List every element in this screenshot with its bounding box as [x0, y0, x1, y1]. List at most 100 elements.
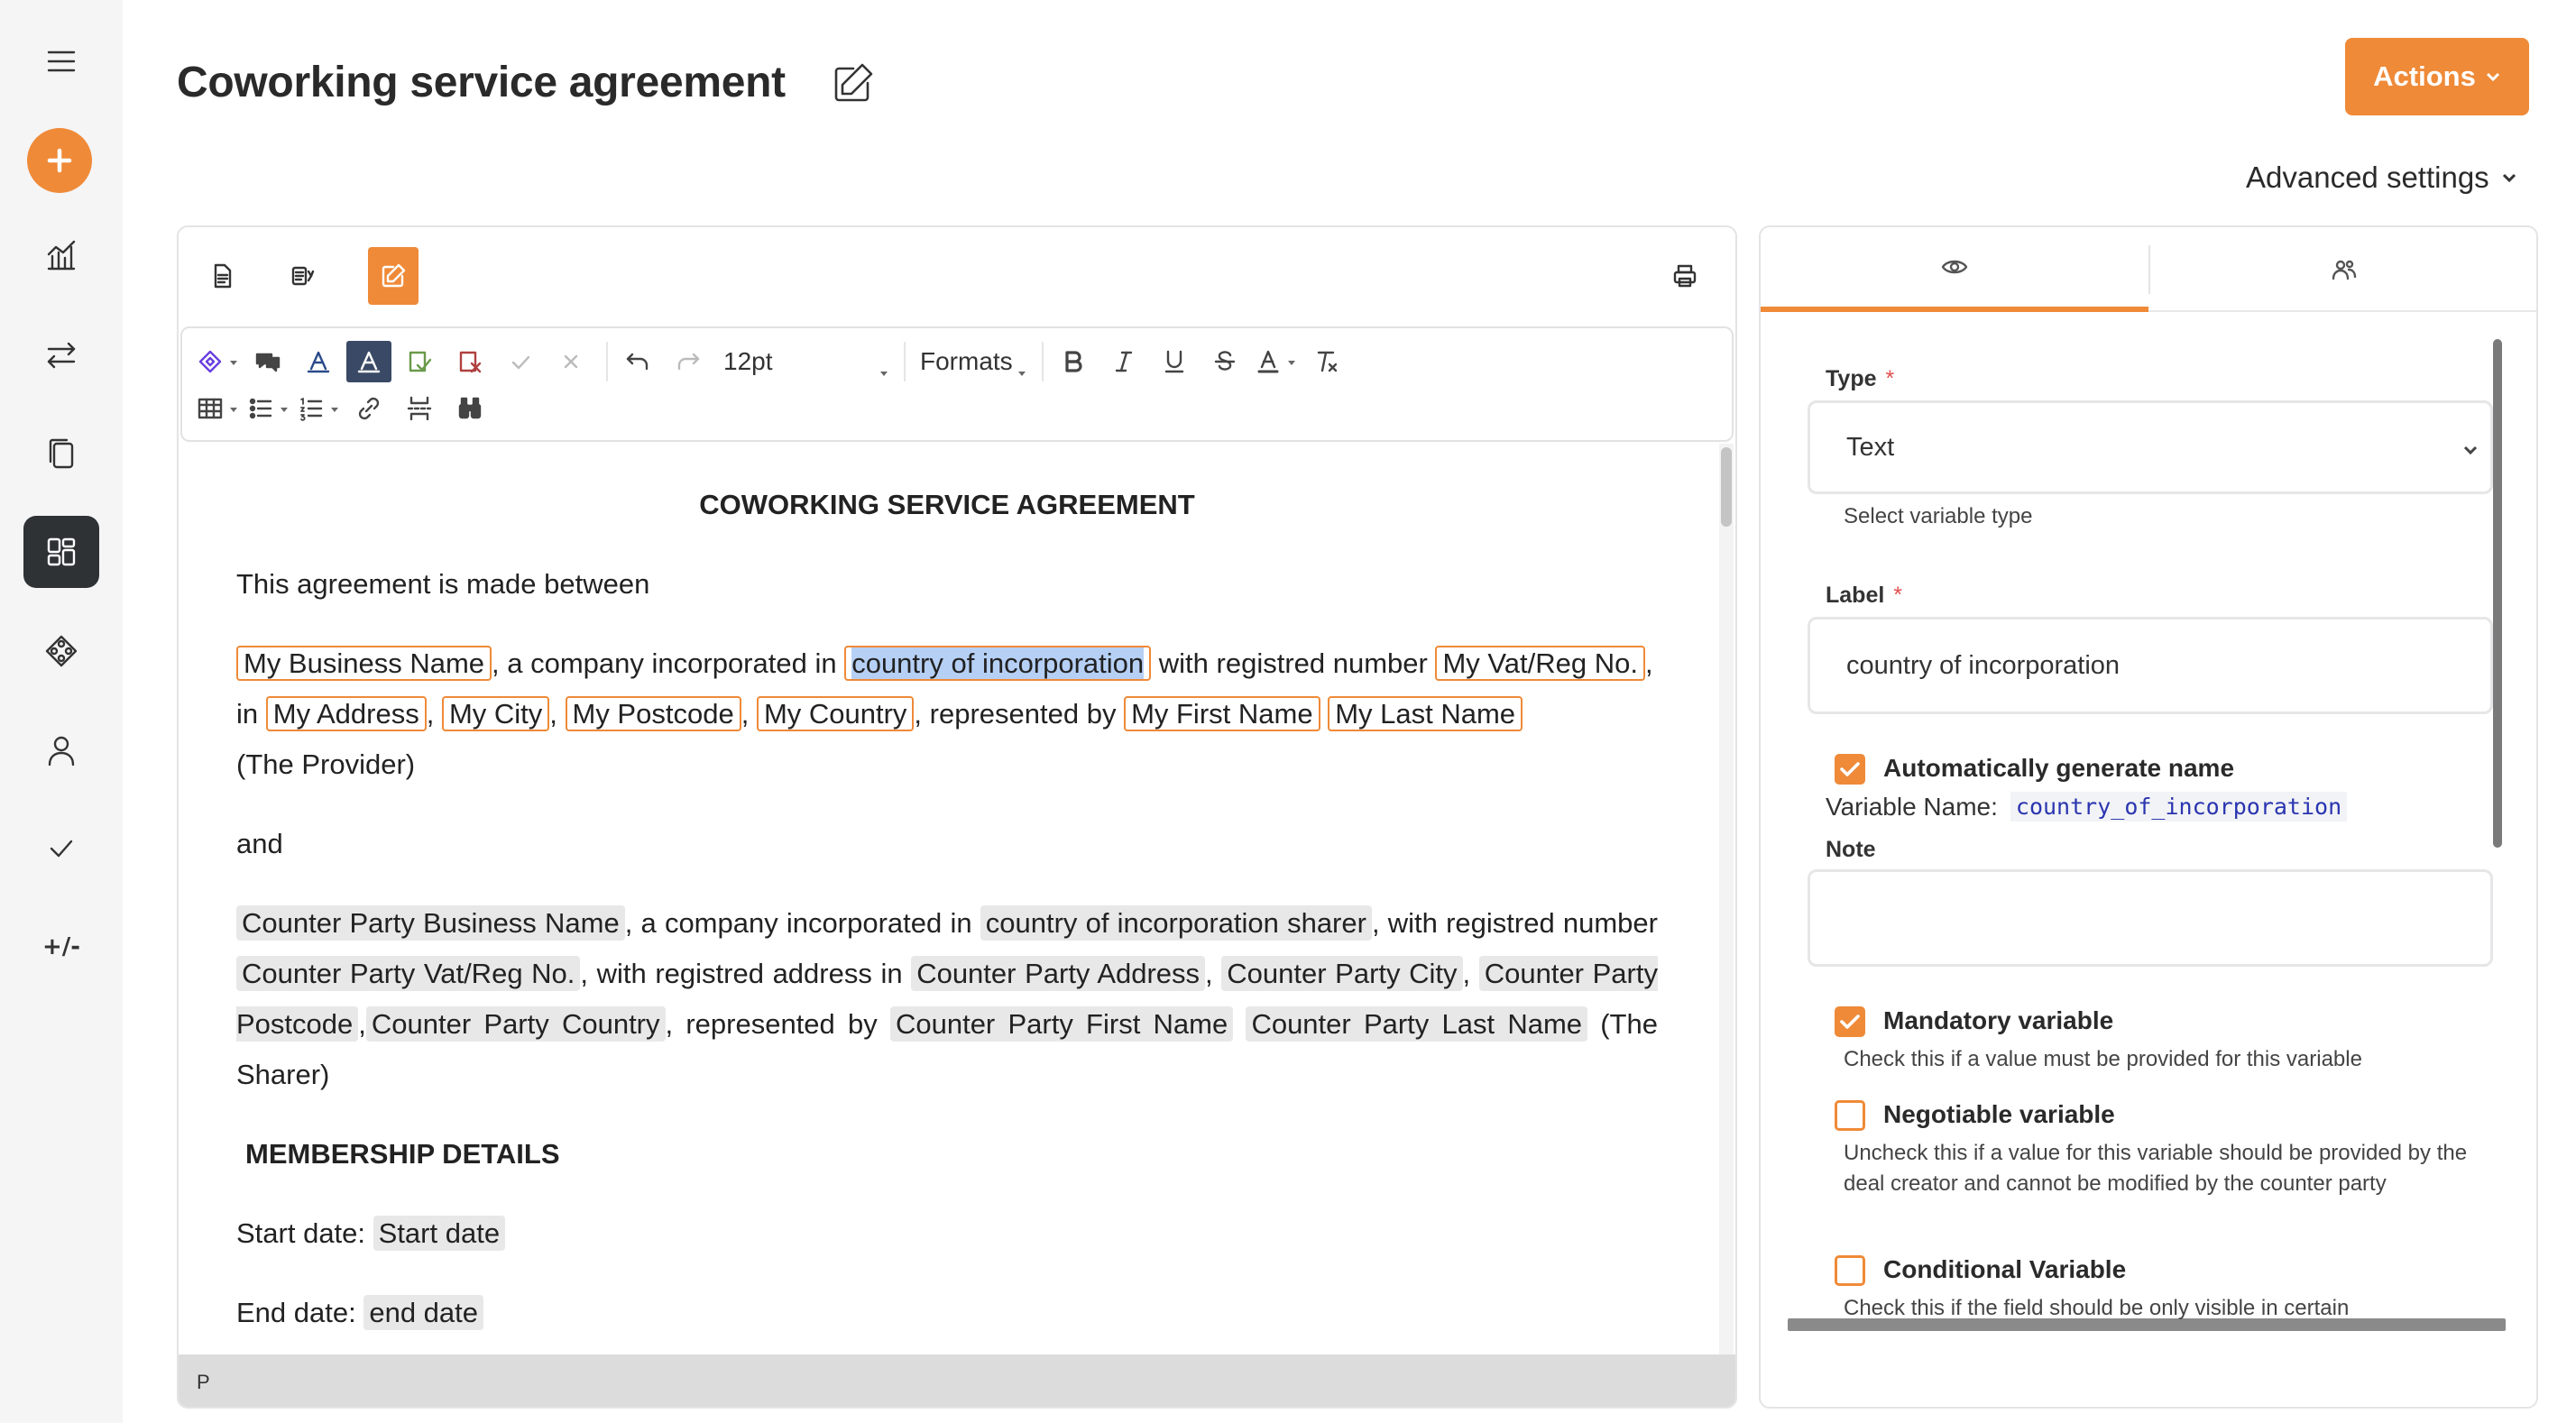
sidebar-item-documents[interactable]: [23, 418, 99, 491]
label-label: Label *: [1826, 583, 1902, 609]
add-button[interactable]: [27, 128, 92, 193]
editor-status-bar: P: [179, 1354, 1735, 1407]
page-title: Coworking service agreement: [177, 59, 786, 106]
accept-all-button[interactable]: [397, 341, 442, 382]
variable-country-of-incorporation[interactable]: country of incorporation: [844, 646, 1152, 681]
variable-diamond-icon: [198, 350, 222, 373]
label-input[interactable]: country of incorporation: [1808, 617, 2493, 714]
underline-button[interactable]: [1152, 341, 1197, 382]
negotiable-label[interactable]: Negotiable variable: [1883, 1100, 2115, 1129]
variable-cp-address[interactable]: Counter Party Address: [911, 956, 1206, 991]
edit-icon[interactable]: [828, 60, 877, 108]
formats-select[interactable]: Formats: [913, 341, 1035, 382]
numbered-list-button[interactable]: [296, 388, 341, 429]
sidebar-item-analytics[interactable]: [23, 220, 99, 292]
documents-icon: [49, 438, 74, 469]
variable-start-date[interactable]: Start date: [373, 1216, 506, 1251]
variable-address[interactable]: My Address: [265, 696, 427, 731]
sidebar-item-integrations[interactable]: [23, 615, 99, 687]
scrollbar-thumb[interactable]: [1721, 447, 1732, 527]
diff-label: +/-: [41, 933, 81, 960]
sidebar-item-templates[interactable]: [23, 516, 99, 588]
link-button[interactable]: [346, 388, 391, 429]
negotiable-help: Uncheck this if a value for this variabl…: [1844, 1141, 2468, 1196]
page-break-button[interactable]: [397, 388, 442, 429]
auto-generate-name-label[interactable]: Automatically generate name: [1883, 754, 2234, 783]
conditional-checkbox[interactable]: [1835, 1255, 1865, 1286]
strikethrough-icon: [1214, 351, 1235, 371]
bullet-list-button[interactable]: [245, 388, 290, 429]
variable-business-name[interactable]: My Business Name: [236, 646, 492, 681]
text-color-icon: [1257, 350, 1279, 373]
show-changes-button[interactable]: [346, 341, 391, 382]
variable-cp-last-name[interactable]: Counter Party Last Name: [1246, 1006, 1588, 1042]
tab-preview[interactable]: [1761, 227, 2148, 312]
variable-vat[interactable]: My Vat/Reg No.: [1435, 646, 1645, 681]
sidebar-item-contacts[interactable]: [23, 714, 99, 786]
advanced-settings-toggle[interactable]: Advanced settings: [2246, 161, 2518, 195]
type-help: Select variable type: [1844, 504, 2033, 528]
reject-change-button[interactable]: [548, 341, 593, 382]
negotiable-checkbox[interactable]: [1835, 1100, 1865, 1131]
view-variables-button[interactable]: [278, 247, 328, 305]
element-path[interactable]: P: [197, 1371, 210, 1393]
variable-last-name[interactable]: My Last Name: [1328, 696, 1523, 731]
advanced-settings-label: Advanced settings: [2246, 161, 2489, 194]
comments-button[interactable]: [245, 341, 290, 382]
undo-button[interactable]: [615, 341, 660, 382]
text-run: , with registred address in: [580, 958, 912, 989]
menu-icon[interactable]: [23, 25, 99, 97]
document-scrollbar[interactable]: [1719, 444, 1734, 1354]
actions-button[interactable]: Actions: [2345, 38, 2529, 115]
reject-icon: [564, 354, 578, 369]
bold-button[interactable]: [1051, 341, 1096, 382]
sidebar-item-approvals[interactable]: [23, 812, 99, 884]
sidebar-item-compare[interactable]: +/-: [23, 911, 99, 983]
print-button[interactable]: [1660, 247, 1710, 305]
variable-postcode[interactable]: My Postcode: [565, 696, 741, 731]
table-button[interactable]: [195, 388, 240, 429]
variable-cp-business-name[interactable]: Counter Party Business Name: [236, 905, 625, 941]
underline-icon: [1164, 350, 1183, 373]
edit-mode-button[interactable]: [368, 247, 419, 305]
conditional-label[interactable]: Conditional Variable: [1883, 1255, 2126, 1284]
note-input[interactable]: [1808, 869, 2493, 967]
variable-cp-country[interactable]: Counter Party Country: [365, 1006, 666, 1042]
variable-cp-vat[interactable]: Counter Party Vat/Reg No.: [236, 956, 581, 991]
editor-mode-bar: [179, 227, 1735, 326]
view-document-button[interactable]: [197, 247, 247, 305]
variable-end-date[interactable]: end date: [363, 1295, 484, 1330]
variable-cp-first-name[interactable]: Counter Party First Name: [889, 1006, 1234, 1042]
text-run: , a company incorporated in: [624, 907, 980, 939]
document-editor[interactable]: COWORKING SERVICE AGREEMENT This agreeme…: [180, 444, 1719, 1354]
strikethrough-button[interactable]: [1202, 341, 1247, 382]
find-button[interactable]: [447, 388, 492, 429]
auto-generate-name-checkbox[interactable]: [1835, 754, 1865, 785]
accept-change-button[interactable]: [498, 341, 543, 382]
mandatory-label[interactable]: Mandatory variable: [1883, 1006, 2113, 1035]
sidebar-item-transfers[interactable]: [23, 319, 99, 391]
variable-country[interactable]: My Country: [756, 696, 915, 731]
tab-parties[interactable]: [2150, 227, 2536, 312]
editor-panel: 12pt Formats COWORKING SERVICE AGREEMENT…: [177, 225, 1737, 1409]
variable-cp-country-inc[interactable]: country of incorporation sharer: [980, 905, 1372, 941]
italic-button[interactable]: [1101, 341, 1146, 382]
text-color-button[interactable]: [1253, 341, 1298, 382]
font-size-select[interactable]: 12pt: [716, 341, 897, 382]
track-changes-button[interactable]: [296, 341, 341, 382]
reject-all-button[interactable]: [447, 341, 492, 382]
insert-variable-button[interactable]: [195, 341, 240, 382]
chevron-down-icon: [2502, 173, 2516, 183]
variable-first-name[interactable]: My First Name: [1124, 696, 1320, 731]
mandatory-checkbox[interactable]: [1835, 1006, 1865, 1037]
form-horizontal-scrollbar[interactable]: [1788, 1318, 2506, 1331]
clear-formatting-button[interactable]: [1303, 341, 1348, 382]
start-date-line: Start date: Start date: [236, 1208, 1658, 1259]
variable-city[interactable]: My City: [441, 696, 550, 731]
variable-cp-city[interactable]: Counter Party City: [1221, 956, 1463, 991]
caret-down-icon: [1017, 356, 1027, 376]
document-content: COWORKING SERVICE AGREEMENT This agreeme…: [180, 444, 1719, 1338]
type-select[interactable]: Text: [1808, 400, 2493, 494]
redo-button[interactable]: [666, 341, 711, 382]
form-scrollbar[interactable]: [2493, 339, 2502, 848]
